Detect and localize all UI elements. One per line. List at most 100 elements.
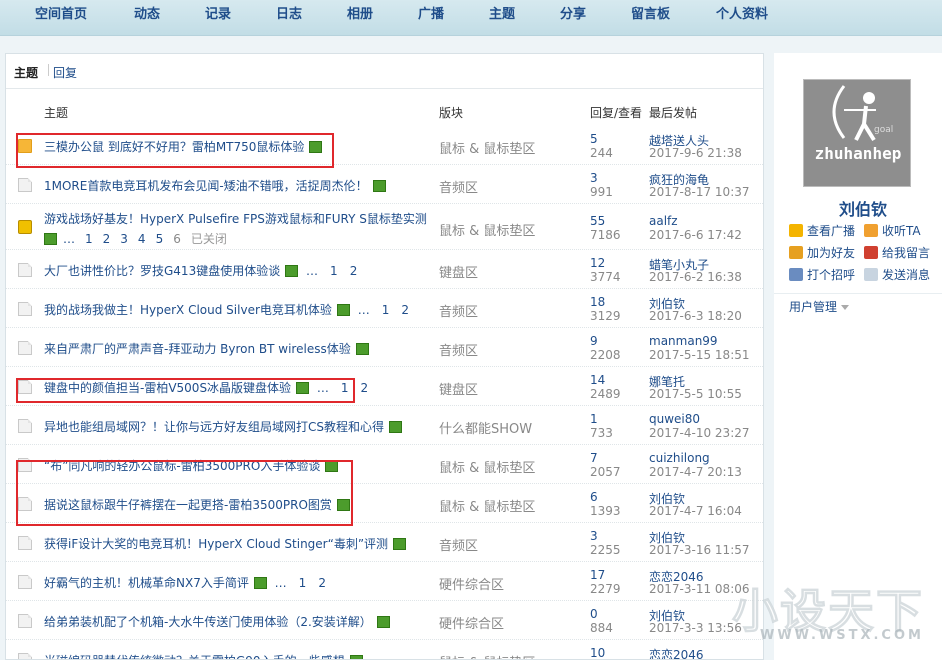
table-row[interactable]: 我的战场我做主！HyperX Cloud Silver电竞耳机体验 … 1 2 音频区… bbox=[6, 289, 763, 328]
reply-count[interactable]: 0 bbox=[590, 607, 598, 621]
nav-home[interactable]: 空间首页 bbox=[35, 3, 87, 22]
nav-feed[interactable]: 动态 bbox=[134, 3, 160, 22]
table-row[interactable]: 异地也能组局域网？！让你与远方好友组局域网打CS教程和心得 什么都能SHOW 1 73… bbox=[6, 406, 763, 445]
page-link[interactable]: 2 bbox=[401, 303, 409, 317]
reply-count[interactable]: 9 bbox=[590, 334, 598, 348]
avatar-goal-text: goal bbox=[874, 125, 894, 135]
last-poster-link[interactable]: quwei80 bbox=[649, 412, 700, 426]
add-friend-link[interactable]: 加为好友 bbox=[789, 244, 855, 261]
table-row[interactable]: 1MORE首款电竞耳机发布会见闻-矮油不错哦，活捉周杰伦！ 音频区 3 991 疯狂的海… bbox=[6, 165, 763, 204]
thread-title[interactable]: 我的战场我做主！HyperX Cloud Silver电竞耳机体验 … 1 2 bbox=[44, 301, 409, 318]
column-header-counts: 回复/查看 bbox=[590, 106, 643, 120]
thread-title[interactable]: 给弟弟装机配了个机箱-大水牛传送门使用体验（2.安装详解） bbox=[44, 613, 390, 630]
reply-count[interactable]: 7 bbox=[590, 451, 598, 465]
nav-guestbook[interactable]: 留言板 bbox=[631, 3, 670, 22]
nav-profile[interactable]: 个人资料 bbox=[716, 3, 768, 22]
profile-name[interactable]: 刘伯钦 bbox=[839, 196, 887, 220]
table-row[interactable]: 当磁编码器替代传统微动？关于雷柏G90入手的一些感想鼠标 & 鼠标垫区10198… bbox=[6, 640, 763, 659]
leave-message-link[interactable]: 给我留言 bbox=[864, 244, 930, 261]
thread-title[interactable]: 1MORE首款电竞耳机发布会见闻-矮油不错哦，活捉周杰伦！ bbox=[44, 177, 386, 194]
reply-count[interactable]: 17 bbox=[590, 568, 605, 582]
forum-link[interactable]: 音频区 bbox=[439, 535, 478, 554]
page-link[interactable]: 5 bbox=[156, 232, 164, 246]
forum-link[interactable]: 鼠标 & 鼠标垫区 bbox=[439, 138, 535, 157]
reply-count[interactable]: 14 bbox=[590, 373, 605, 387]
last-poster-link[interactable]: 恋恋2046 bbox=[649, 646, 704, 659]
reply-count[interactable]: 5 bbox=[590, 132, 598, 146]
poke-link[interactable]: 打个招呼 bbox=[789, 266, 855, 283]
page-link[interactable]: 1 bbox=[330, 264, 338, 278]
forum-link[interactable]: 什么都能SHOW bbox=[439, 418, 532, 437]
view-count: 3774 bbox=[590, 270, 621, 284]
page-link[interactable]: 2 bbox=[103, 232, 111, 246]
follow-link[interactable]: 收听TA bbox=[864, 222, 921, 239]
thread-title-text: 当磁编码器替代传统微动？关于雷柏G90入手的一些感想 bbox=[44, 654, 345, 659]
forum-link[interactable]: 鼠标 & 鼠标垫区 bbox=[439, 496, 535, 515]
page-link[interactable]: 1 bbox=[85, 232, 93, 246]
forum-link[interactable]: 鼠标 & 鼠标垫区 bbox=[439, 457, 535, 476]
forum-link[interactable]: 音频区 bbox=[439, 340, 478, 359]
forum-link[interactable]: 键盘区 bbox=[439, 262, 478, 281]
last-post-date: 2017-3-3 13:56 bbox=[649, 621, 742, 635]
table-row[interactable]: 好霸气的主机！机械革命NX7入手简评 … 1 2 硬件综合区 17 2279 恋恋2046 2… bbox=[6, 562, 763, 601]
reply-count[interactable]: 1 bbox=[590, 412, 598, 426]
table-row[interactable]: 游戏战场好基友！HyperX Pulsefire FPS游戏鼠标和FURY S鼠… bbox=[6, 204, 763, 250]
last-poster-link[interactable]: cuizhilong bbox=[649, 451, 710, 465]
nav-broadcast[interactable]: 广播 bbox=[418, 3, 444, 22]
forum-link[interactable]: 鼠标 & 鼠标垫区 bbox=[439, 220, 535, 239]
reply-count[interactable]: 3 bbox=[590, 171, 598, 185]
table-row[interactable]: 给弟弟装机配了个机箱-大水牛传送门使用体验（2.安装详解） 硬件综合区 0 884 刘伯… bbox=[6, 601, 763, 640]
table-row[interactable]: 获得iF设计大奖的电竞耳机！HyperX Cloud Stinger“毒刺”评测… bbox=[6, 523, 763, 562]
last-poster-link[interactable]: manman99 bbox=[649, 334, 718, 348]
nav-records[interactable]: 记录 bbox=[205, 3, 231, 22]
thread-title[interactable]: 大厂也讲性价比？罗技G413键盘使用体验谈 … 1 2 bbox=[44, 262, 357, 279]
forum-link[interactable]: 硬件综合区 bbox=[439, 613, 504, 632]
thread-title[interactable]: 游戏战场好基友！HyperX Pulsefire FPS游戏鼠标和FURY S鼠… bbox=[44, 210, 427, 227]
reply-count[interactable]: 55 bbox=[590, 214, 605, 228]
page-link[interactable]: 3 bbox=[120, 232, 128, 246]
image-attachment-icon bbox=[389, 421, 402, 433]
reply-count[interactable]: 3 bbox=[590, 529, 598, 543]
page-link[interactable]: 1 bbox=[382, 303, 390, 317]
highlight-box bbox=[16, 378, 355, 403]
forum-link[interactable]: 音频区 bbox=[439, 301, 478, 320]
nav-album[interactable]: 相册 bbox=[347, 3, 373, 22]
nav-topics[interactable]: 主题 bbox=[489, 3, 515, 22]
forum-link[interactable]: 音频区 bbox=[439, 177, 478, 196]
forum-link[interactable]: 键盘区 bbox=[439, 379, 478, 398]
reply-count[interactable]: 18 bbox=[590, 295, 605, 309]
page-link[interactable]: 2 bbox=[361, 381, 369, 395]
thread-title[interactable]: 异地也能组局域网？！让你与远方好友组局域网打CS教程和心得 bbox=[44, 418, 402, 435]
user-management-dropdown[interactable]: 用户管理 bbox=[789, 298, 849, 315]
last-poster-link[interactable]: aalfz bbox=[649, 214, 678, 228]
send-message-link[interactable]: 发送消息 bbox=[864, 266, 930, 283]
thread-title[interactable]: 获得iF设计大奖的电竞耳机！HyperX Cloud Stinger“毒刺”评测 bbox=[44, 535, 407, 552]
page-link[interactable]: 2 bbox=[318, 576, 326, 590]
tab-bar: 主题 回复 bbox=[6, 54, 763, 89]
forum-link[interactable]: 鼠标 & 鼠标垫区 bbox=[439, 652, 535, 659]
thread-title[interactable]: 好霸气的主机！机械革命NX7入手简评 … 1 2 bbox=[44, 574, 326, 591]
page-link[interactable]: 2 bbox=[350, 264, 358, 278]
pencil-icon bbox=[864, 246, 878, 259]
page-link[interactable]: 6 bbox=[173, 232, 181, 246]
tab-topics[interactable]: 主题 bbox=[14, 64, 38, 81]
megaphone-icon bbox=[789, 224, 803, 237]
reply-count[interactable]: 12 bbox=[590, 256, 605, 270]
table-row[interactable]: 来自严肃厂的严肃声音-拜亚动力 Byron BT wireless体验 音频区 9 2… bbox=[6, 328, 763, 367]
last-post-date: 2017-6-6 17:42 bbox=[649, 228, 742, 242]
avatar[interactable]: goal zhuhanhep bbox=[803, 79, 911, 187]
view-broadcast-link[interactable]: 查看广播 bbox=[789, 222, 855, 239]
reply-count[interactable]: 6 bbox=[590, 490, 598, 504]
thread-title[interactable]: 来自严肃厂的严肃声音-拜亚动力 Byron BT wireless体验 bbox=[44, 340, 369, 357]
nav-blog[interactable]: 日志 bbox=[276, 3, 302, 22]
table-row[interactable]: 大厂也讲性价比？罗技G413键盘使用体验谈 … 1 2 键盘区 12 3774 蜡笔小丸子 2… bbox=[6, 250, 763, 289]
document-icon bbox=[18, 302, 32, 316]
page-link[interactable]: 1 bbox=[299, 576, 307, 590]
nav-share[interactable]: 分享 bbox=[560, 3, 586, 22]
page-link[interactable]: 4 bbox=[138, 232, 146, 246]
view-count: 2279 bbox=[590, 582, 621, 596]
reply-count[interactable]: 10 bbox=[590, 646, 605, 659]
tab-replies[interactable]: 回复 bbox=[53, 64, 77, 81]
thread-title[interactable]: 当磁编码器替代传统微动？关于雷柏G90入手的一些感想 bbox=[44, 652, 363, 659]
forum-link[interactable]: 硬件综合区 bbox=[439, 574, 504, 593]
